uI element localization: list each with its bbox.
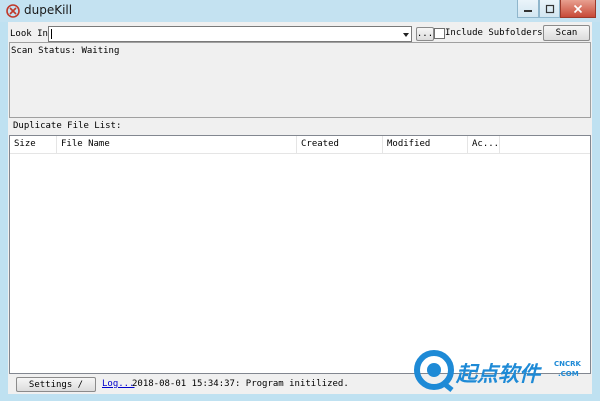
- scan-status-box: Scan Status: Waiting: [9, 42, 591, 118]
- status-message: 2018-08-01 15:34:37: Program initilized.: [132, 379, 349, 389]
- scan-status-text: Scan Status: Waiting: [11, 46, 120, 56]
- watermark-logo-icon: [414, 350, 454, 392]
- minimize-icon: [524, 9, 532, 12]
- app-logo-icon: [6, 4, 20, 18]
- column-modified[interactable]: Modified: [383, 136, 468, 153]
- look-in-combobox[interactable]: [48, 26, 412, 42]
- minimize-button[interactable]: [517, 0, 539, 18]
- chevron-down-icon[interactable]: [403, 33, 409, 37]
- column-created[interactable]: Created: [297, 136, 383, 153]
- settings-button-label: Settings /: [28, 379, 84, 390]
- title-bar[interactable]: dupeKill: [0, 0, 600, 22]
- include-subfolders-checkbox[interactable]: [434, 28, 445, 39]
- settings-button[interactable]: Settings /: [16, 377, 96, 392]
- text-caret: [51, 29, 52, 39]
- scan-button[interactable]: Scan: [543, 25, 590, 41]
- column-actions[interactable]: Ac...: [468, 136, 500, 153]
- watermark-small-top: CNCRK: [554, 360, 581, 368]
- maximize-icon: [545, 4, 554, 13]
- column-size[interactable]: Size: [10, 136, 57, 153]
- duplicate-list-title: Duplicate File List:: [13, 121, 122, 131]
- log-link[interactable]: Log...: [102, 379, 135, 389]
- close-button[interactable]: [560, 0, 596, 18]
- look-in-label: Look In:: [10, 29, 54, 39]
- watermark-text: 起点软件: [456, 362, 540, 386]
- main-panel: Look In: ... Include Subfolders Scan Sca…: [8, 22, 592, 394]
- column-file-name[interactable]: File Name: [57, 136, 297, 153]
- app-window: dupeKill Look In: ... Include Subfolders…: [0, 0, 600, 401]
- include-subfolders-label[interactable]: Include Subfolders: [445, 28, 543, 38]
- watermark: 起点软件 CNCRK .COM: [412, 348, 582, 392]
- list-header: Size File Name Created Modified Ac...: [10, 136, 590, 154]
- duplicate-file-list[interactable]: Size File Name Created Modified Ac...: [9, 135, 591, 374]
- browse-button-label: ...: [416, 29, 434, 39]
- browse-button[interactable]: ...: [416, 27, 434, 41]
- window-title: dupeKill: [24, 3, 73, 17]
- scan-button-label: Scan: [555, 28, 578, 38]
- maximize-button[interactable]: [539, 0, 560, 18]
- close-icon: [573, 4, 583, 13]
- watermark-small-bottom: .COM: [558, 370, 579, 378]
